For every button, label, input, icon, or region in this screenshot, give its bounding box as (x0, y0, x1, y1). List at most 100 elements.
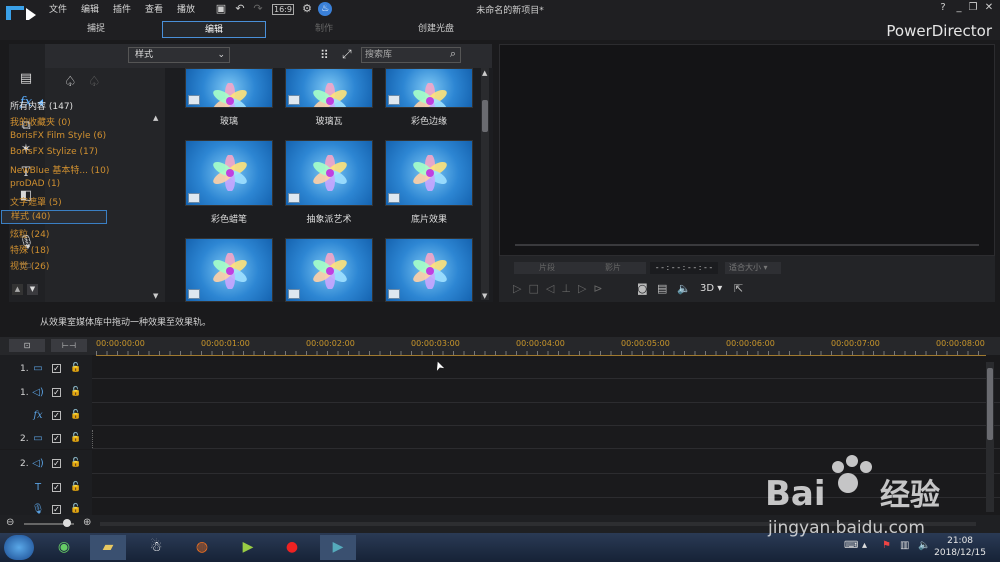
save-icon[interactable]: ▣ (214, 2, 228, 16)
track-enable-checkbox[interactable]: ✓ (52, 505, 61, 514)
next-frame-icon[interactable]: ▷ (578, 282, 593, 295)
zoom-slider-handle[interactable] (63, 519, 71, 527)
track-row[interactable] (0, 379, 1000, 403)
lock-icon[interactable]: 🔓 (70, 458, 81, 468)
menu-edit[interactable]: 编辑 (81, 2, 99, 15)
split-icon[interactable]: ⊥ (561, 282, 578, 295)
category-borisfx-stylize[interactable]: BorisFX Stylize (17) (10, 147, 98, 157)
style-select[interactable]: 样式 ⌄ (128, 47, 230, 63)
track-enable-checkbox[interactable]: ✓ (52, 411, 61, 420)
gear-icon[interactable]: ⚙ (300, 2, 314, 16)
tab-edit[interactable]: 编辑 (162, 21, 266, 38)
category-scroll-down-icon[interactable]: ▼ (153, 292, 158, 300)
track-row[interactable] (0, 425, 1000, 449)
tab-capture[interactable]: 捕捉 (60, 21, 132, 38)
effects-scroll-up-icon[interactable]: ▲ (482, 69, 487, 77)
category-newblue[interactable]: NewBlue 基本特... (10) (10, 163, 109, 176)
remove-tag-icon[interactable]: ♤ (88, 74, 104, 90)
prev-frame-icon[interactable]: ◁ (546, 282, 561, 295)
3d-toggle[interactable]: 3D ▾ (700, 283, 722, 294)
track-enable-checkbox[interactable]: ✓ (52, 388, 61, 397)
tab-produce[interactable]: 制作 (288, 21, 360, 38)
volume-icon[interactable]: 🔈 (677, 282, 691, 295)
restore-icon[interactable]: ❐ (966, 2, 980, 16)
scroll-down-icon[interactable]: ▼ (27, 284, 38, 295)
help-icon[interactable]: ? (936, 2, 950, 16)
category-scroll-up-icon[interactable]: ▲ (153, 114, 158, 122)
track-enable-checkbox[interactable]: ✓ (52, 434, 61, 443)
effect-thumbnail[interactable] (285, 68, 373, 108)
lock-icon[interactable]: 🔓 (70, 387, 81, 397)
category-favorites[interactable]: 我的收藏夹 (0) (10, 115, 71, 128)
track-resize-handle[interactable] (92, 430, 94, 448)
track-row[interactable] (0, 402, 1000, 426)
360-browser-icon[interactable]: ◉ (46, 535, 82, 560)
start-button-icon[interactable] (4, 535, 34, 560)
add-tag-icon[interactable]: ♤ (64, 74, 80, 90)
category-text-mask[interactable]: 文字遮罩 (5) (10, 195, 62, 208)
menu-play[interactable]: 播放 (177, 2, 195, 15)
search-input[interactable]: 搜索库 ⌕ (361, 47, 461, 63)
timecode-display[interactable]: - - : - - : - - : - - (650, 262, 718, 274)
category-all[interactable]: 所有内容 (147) (10, 99, 73, 112)
resize-icon[interactable]: ⤢ (342, 47, 352, 62)
lock-icon[interactable]: 🔓 (70, 363, 81, 373)
stop-icon[interactable]: □ (528, 282, 545, 295)
storyboard-view-icon[interactable]: ⊢⊣ (51, 339, 87, 352)
effect-thumbnail[interactable] (285, 140, 373, 206)
effect-thumbnail[interactable] (385, 238, 473, 302)
effects-scroll-thumb[interactable] (482, 100, 488, 132)
undo-icon[interactable]: ↶ (233, 2, 247, 16)
category-special[interactable]: 特殊 (18) (10, 243, 49, 256)
timeline-view-icon[interactable]: ⊡ (9, 339, 45, 352)
media-app-icon[interactable]: ▶ (230, 535, 266, 560)
network-icon[interactable]: ▥ (900, 540, 909, 551)
category-style[interactable]: 样式 (40) (1, 210, 107, 224)
timeline-scroll-thumb[interactable] (987, 368, 993, 440)
fit-size-select[interactable]: 适合大小 ▾ (725, 262, 781, 274)
upgrade-icon[interactable]: ♨ (318, 2, 332, 16)
category-borisfx-film[interactable]: BorisFX Film Style (6) (10, 131, 106, 141)
menu-view[interactable]: 查看 (145, 2, 163, 15)
movie-mode-button[interactable]: 影片 (580, 262, 646, 274)
category-particle[interactable]: 炫粒 (24) (10, 227, 49, 240)
search-icon[interactable]: ⌕ (450, 47, 456, 61)
menu-plugins[interactable]: 插件 (113, 2, 131, 15)
keyboard-icon[interactable]: ⌨ (844, 540, 858, 551)
firefox-icon[interactable]: ◍ (184, 535, 220, 560)
preview-timeline-bar[interactable] (515, 244, 979, 246)
aspect-ratio-icon[interactable]: 16:9 (272, 4, 294, 15)
effect-thumbnail[interactable] (385, 140, 473, 206)
fast-forward-icon[interactable]: ⊳ (593, 282, 609, 295)
record-icon[interactable]: ● (274, 535, 310, 560)
effect-thumbnail[interactable] (185, 238, 273, 302)
speaker-icon[interactable]: 🔈 (918, 540, 930, 551)
scroll-up-icon[interactable]: ▲ (12, 284, 23, 295)
tab-create-disc[interactable]: 创建光盘 (400, 21, 472, 38)
effect-thumbnail[interactable] (185, 140, 273, 206)
file-explorer-icon[interactable]: ▰ (90, 535, 126, 560)
lock-icon[interactable]: 🔓 (70, 433, 81, 443)
snapshot-icon[interactable]: ◙ (637, 282, 648, 295)
lock-icon[interactable]: 🔓 (70, 410, 81, 420)
media-room-icon[interactable]: ▤ (18, 71, 34, 87)
close-icon[interactable]: ✕ (982, 2, 996, 16)
category-visual[interactable]: 视觉 (26) (10, 259, 49, 272)
security-icon[interactable]: ⚑ (882, 540, 891, 551)
minimize-icon[interactable]: _ (952, 2, 966, 16)
track-row[interactable] (0, 355, 1000, 379)
zoom-in-icon[interactable]: ⊕ (83, 517, 91, 528)
undock-icon[interactable]: ⇱ (734, 282, 743, 295)
effect-thumbnail[interactable] (285, 238, 373, 302)
track-enable-checkbox[interactable]: ✓ (52, 364, 61, 373)
track-enable-checkbox[interactable]: ✓ (52, 459, 61, 468)
effect-thumbnail[interactable] (385, 68, 473, 108)
lock-icon[interactable]: 🔓 (70, 504, 81, 514)
category-prodad[interactable]: proDAD (1) (10, 179, 60, 189)
qq-icon[interactable]: ☃ (138, 535, 174, 560)
powerdirector-task-icon[interactable]: ▶ (320, 535, 356, 560)
play-icon[interactable]: ▷ (513, 282, 528, 295)
track-enable-checkbox[interactable]: ✓ (52, 483, 61, 492)
menu-file[interactable]: 文件 (49, 2, 67, 15)
redo-icon[interactable]: ↷ (251, 2, 265, 16)
